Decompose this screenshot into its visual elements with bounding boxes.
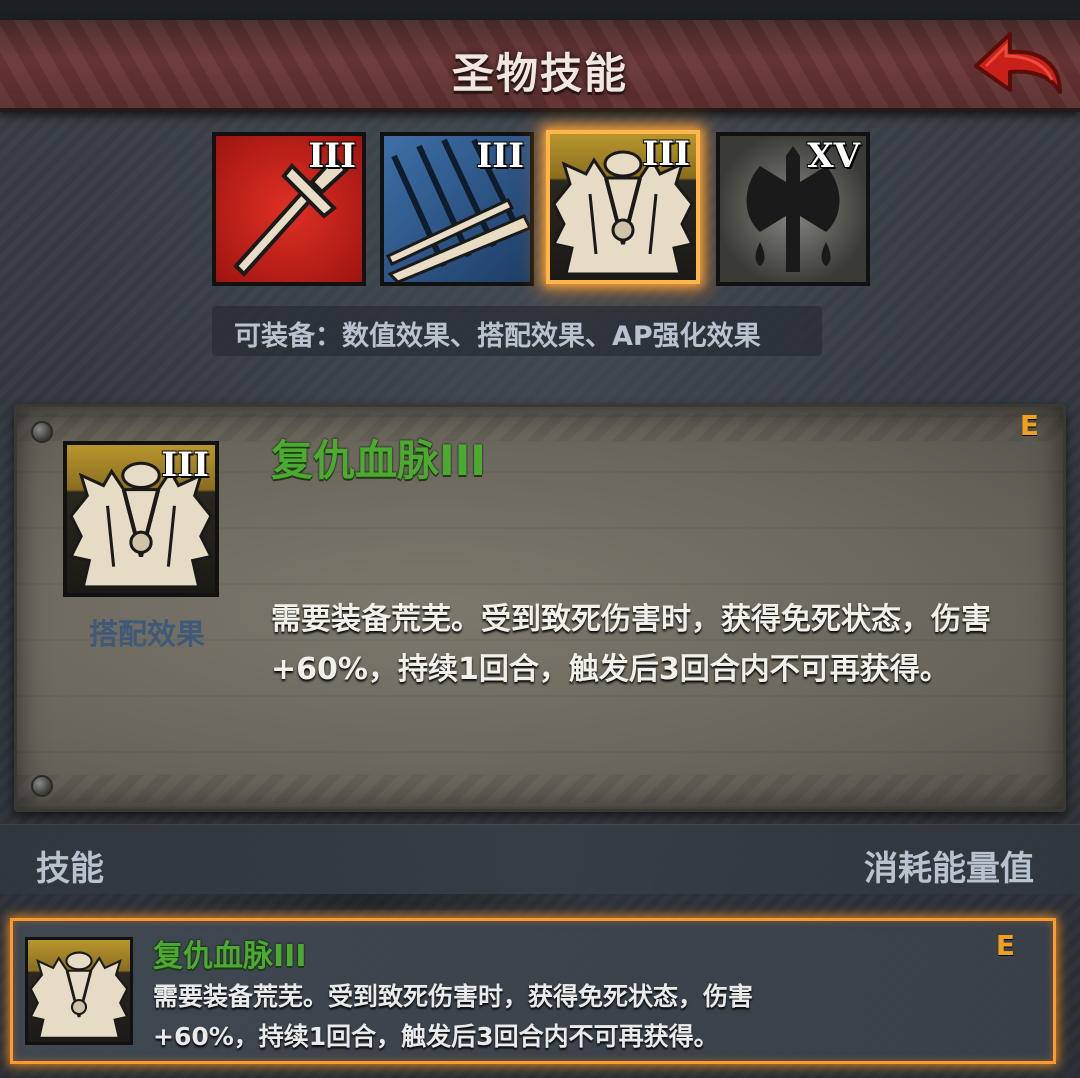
rivet-icon [31,775,53,797]
skill-type-caption: 搭配效果 [88,617,205,651]
level-label: III [308,136,356,176]
panel-trim-bottom [17,775,1063,803]
column-skill: 技能 [36,849,104,889]
list-scroll-peek [150,894,590,910]
list-item-description: 需要装备荒芜。受到致死伤害时，获得免死状态，伤害+60%，持续1回合，触发后3回… [153,982,754,1051]
skill-list-header: 技能 消耗能量值 [0,824,1080,894]
fur-armor-icon [29,951,129,1039]
panel-trim-top [17,413,1063,441]
skill-detail-panel: III 搭配效果 复仇血脉III E 需要装备荒芜。受到致死伤害时，获得免死状态… [14,404,1066,812]
grade-badge: E [1019,409,1039,442]
level-label: XV [807,136,860,176]
back-arrow-icon [974,32,1062,94]
equip-info-text: 可装备：数值效果、搭配效果、AP强化效果 [234,321,761,352]
list-item-thumbnail [25,937,133,1045]
column-energy-cost: 消耗能量值 [864,849,1034,889]
list-item-title: 复仇血脉III [153,939,307,974]
grade-badge: E [995,929,1015,962]
skill-description: 需要装备荒芜。受到致死伤害时，获得免死状态，伤害+60%，持续1回合，触发后3回… [271,602,991,687]
header-bar: 圣物技能 [0,20,1080,112]
list-item[interactable]: 复仇血脉III E 需要装备荒芜。受到致死伤害时，获得免死状态，伤害+60%，持… [10,918,1056,1064]
detail-skill-thumbnail: III [63,441,219,597]
page-title: 圣物技能 [451,49,628,98]
skill-icon-bleeding-axe[interactable]: XV [716,132,870,286]
skill-icon-sword[interactable]: III [212,132,366,286]
level-label: III [642,134,690,174]
skill-icon-claw[interactable]: III [380,132,534,286]
skill-title: 复仇血脉III [271,436,486,485]
level-label: III [476,136,524,176]
rivet-icon [31,421,53,443]
skill-icon-fur-armor[interactable]: III [546,130,700,284]
back-button[interactable] [970,26,1066,102]
level-label: III [161,445,209,485]
equip-info-bar: 可装备：数值效果、搭配效果、AP强化效果 [212,306,822,356]
top-strip [0,0,1080,20]
